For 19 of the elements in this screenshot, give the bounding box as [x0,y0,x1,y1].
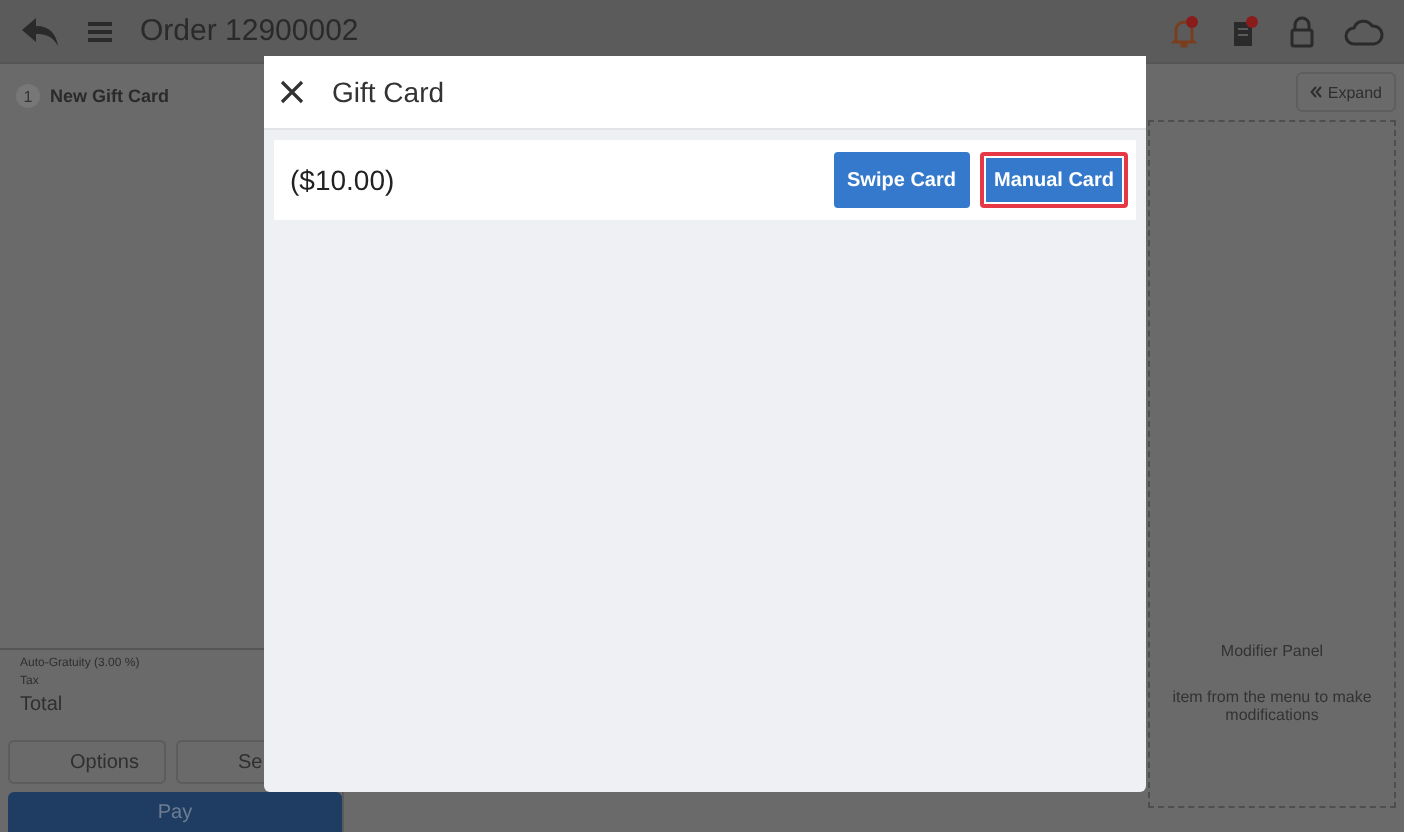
amount: ($10.00) [290,164,397,196]
card-button[interactable]: Manual Card [979,152,1128,208]
pay-button[interactable]: Pay [8,792,342,832]
item-number: 1 [16,84,40,108]
panel-title: Modifier Panel [1220,641,1324,660]
card-button[interactable]: Swipe Card [833,152,970,208]
back-arrow-icon[interactable] [20,15,60,47]
double-chevron-icon [1309,86,1322,98]
menu-icon[interactable] [88,21,112,41]
expand-button[interactable]: Expand [1295,72,1396,112]
close-icon[interactable] [280,80,304,104]
item-name[interactable]: New Gift Card [50,86,170,106]
bell-icon[interactable] [1168,15,1200,47]
receipt-icon[interactable] [1228,15,1260,47]
summary-label: Total [20,694,65,716]
lock-icon[interactable] [1288,15,1316,47]
order-button[interactable]: Options [8,740,166,784]
dialog-title: Gift Card [332,76,445,108]
cloud-icon[interactable] [1344,17,1384,45]
